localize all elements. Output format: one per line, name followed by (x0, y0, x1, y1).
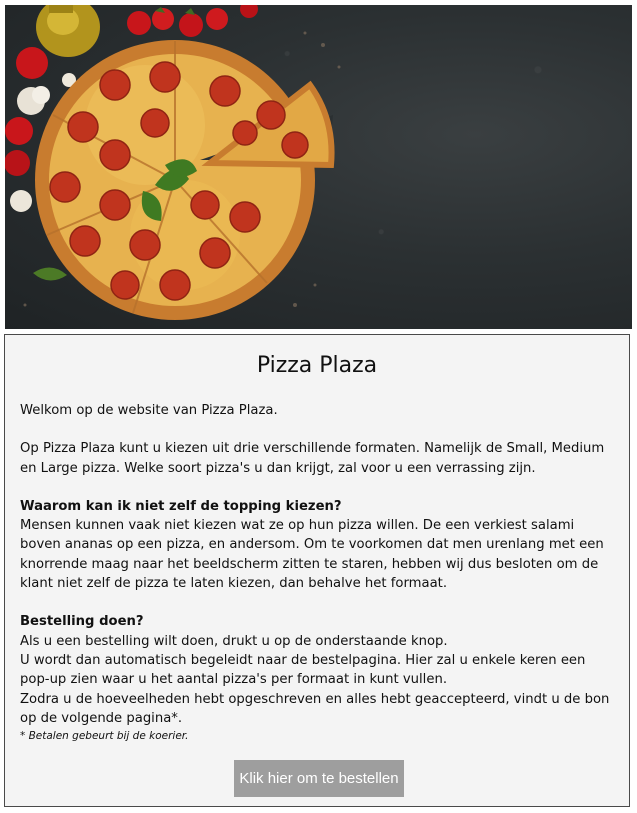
topping-heading: Waarom kan ik niet zelf de topping kieze… (20, 498, 342, 514)
order-line-1: Als u een bestelling wilt doen, drukt u … (20, 633, 448, 649)
oil-bottle-icon (36, 5, 100, 57)
welcome-text: Welkom op de website van Pizza Plaza. (20, 403, 278, 418)
basil-leaf-icon (33, 267, 67, 281)
topping-text: Mensen kunnen vaak niet kiezen wat ze op… (20, 518, 604, 592)
order-heading: Bestelling doen? (20, 614, 144, 630)
pizza-icon (35, 40, 335, 320)
intro-text: Op Pizza Plaza kunt u kiezen uit drie ve… (20, 441, 605, 476)
pizza-illustration (5, 5, 341, 320)
order-line-3: Zodra u de hoeveelheden hebt opgeschreve… (20, 691, 610, 726)
order-line-2: U wordt dan automatisch begeleidt naar d… (20, 652, 586, 688)
tomatoes-top-icon (127, 5, 258, 37)
hero-image (5, 5, 632, 329)
main-text: Welkom op de website van Pizza Plaza. Op… (20, 401, 615, 745)
page-title: Pizza Plaza (256, 353, 378, 378)
payment-footnote: * Betalen gebeurt bij de koerier. (20, 730, 189, 743)
order-button[interactable]: Klik hier om te bestellen (234, 760, 404, 797)
main-panel: Pizza Plaza Welkom op de website van Piz… (4, 334, 630, 807)
